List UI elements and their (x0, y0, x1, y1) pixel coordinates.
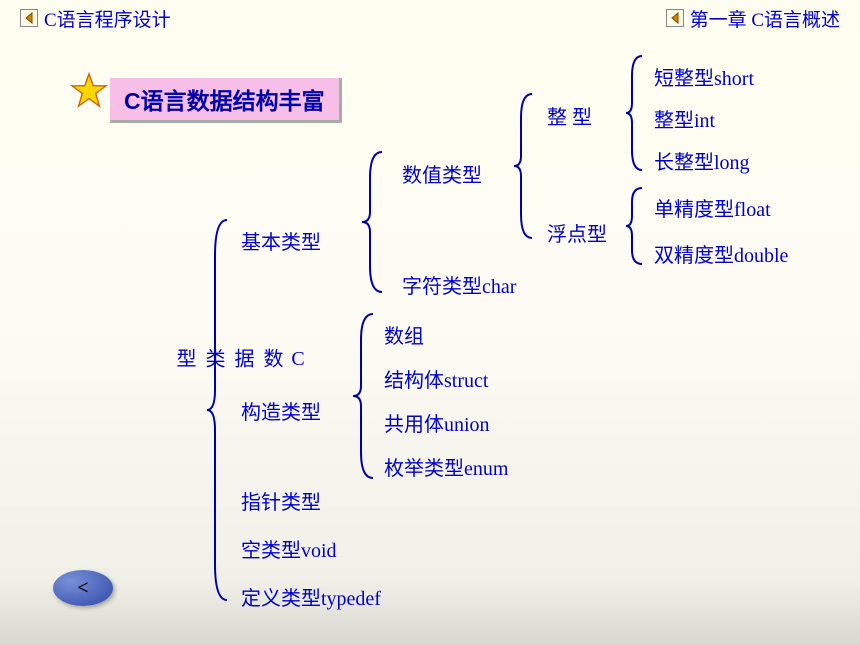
brace-construct (351, 310, 379, 482)
node-construct: 构造类型 (241, 396, 321, 425)
nav-prev-icon[interactable] (20, 9, 38, 27)
node-numeric: 数值类型 (402, 159, 482, 188)
node-double: 双精度型double (654, 239, 788, 268)
header-right-text: 第一章 C语言概述 (690, 5, 840, 32)
node-typedef: 定义类型typedef (241, 582, 381, 611)
back-arrow-icon: < (77, 577, 88, 600)
header-left-text: C语言程序设计 (44, 5, 171, 32)
node-void: 空类型void (241, 534, 337, 563)
node-integer: 整 型 (547, 101, 592, 130)
node-root: C数据类型 (170, 348, 309, 376)
header-left: C语言程序设计 (20, 5, 171, 32)
node-union: 共用体union (384, 408, 490, 437)
header-right: 第一章 C语言概述 (666, 5, 840, 32)
node-enum: 枚举类型enum (384, 452, 508, 481)
node-struct: 结构体struct (384, 364, 488, 393)
node-float: 浮点型 (547, 218, 607, 247)
back-button[interactable]: < (53, 570, 113, 606)
heading-box: C语言数据结构丰富 (110, 78, 342, 123)
brace-basic (360, 148, 388, 296)
node-char: 字符类型char (402, 270, 516, 299)
brace-numeric (512, 90, 538, 242)
header: C语言程序设计 第一章 C语言概述 (0, 0, 860, 36)
node-single: 单精度型float (654, 193, 771, 222)
brace-integer (624, 52, 648, 174)
node-long: 长整型long (654, 146, 750, 175)
node-array: 数组 (384, 320, 424, 349)
star-icon (70, 72, 108, 110)
node-basic: 基本类型 (241, 226, 321, 255)
brace-float (624, 184, 648, 268)
node-int: 整型int (654, 104, 715, 133)
brace-root (205, 216, 233, 604)
heading-text: C语言数据结构丰富 (124, 89, 325, 114)
node-pointer: 指针类型 (241, 486, 321, 515)
nav-chapter-icon[interactable] (666, 9, 684, 27)
node-short: 短整型short (654, 62, 754, 91)
